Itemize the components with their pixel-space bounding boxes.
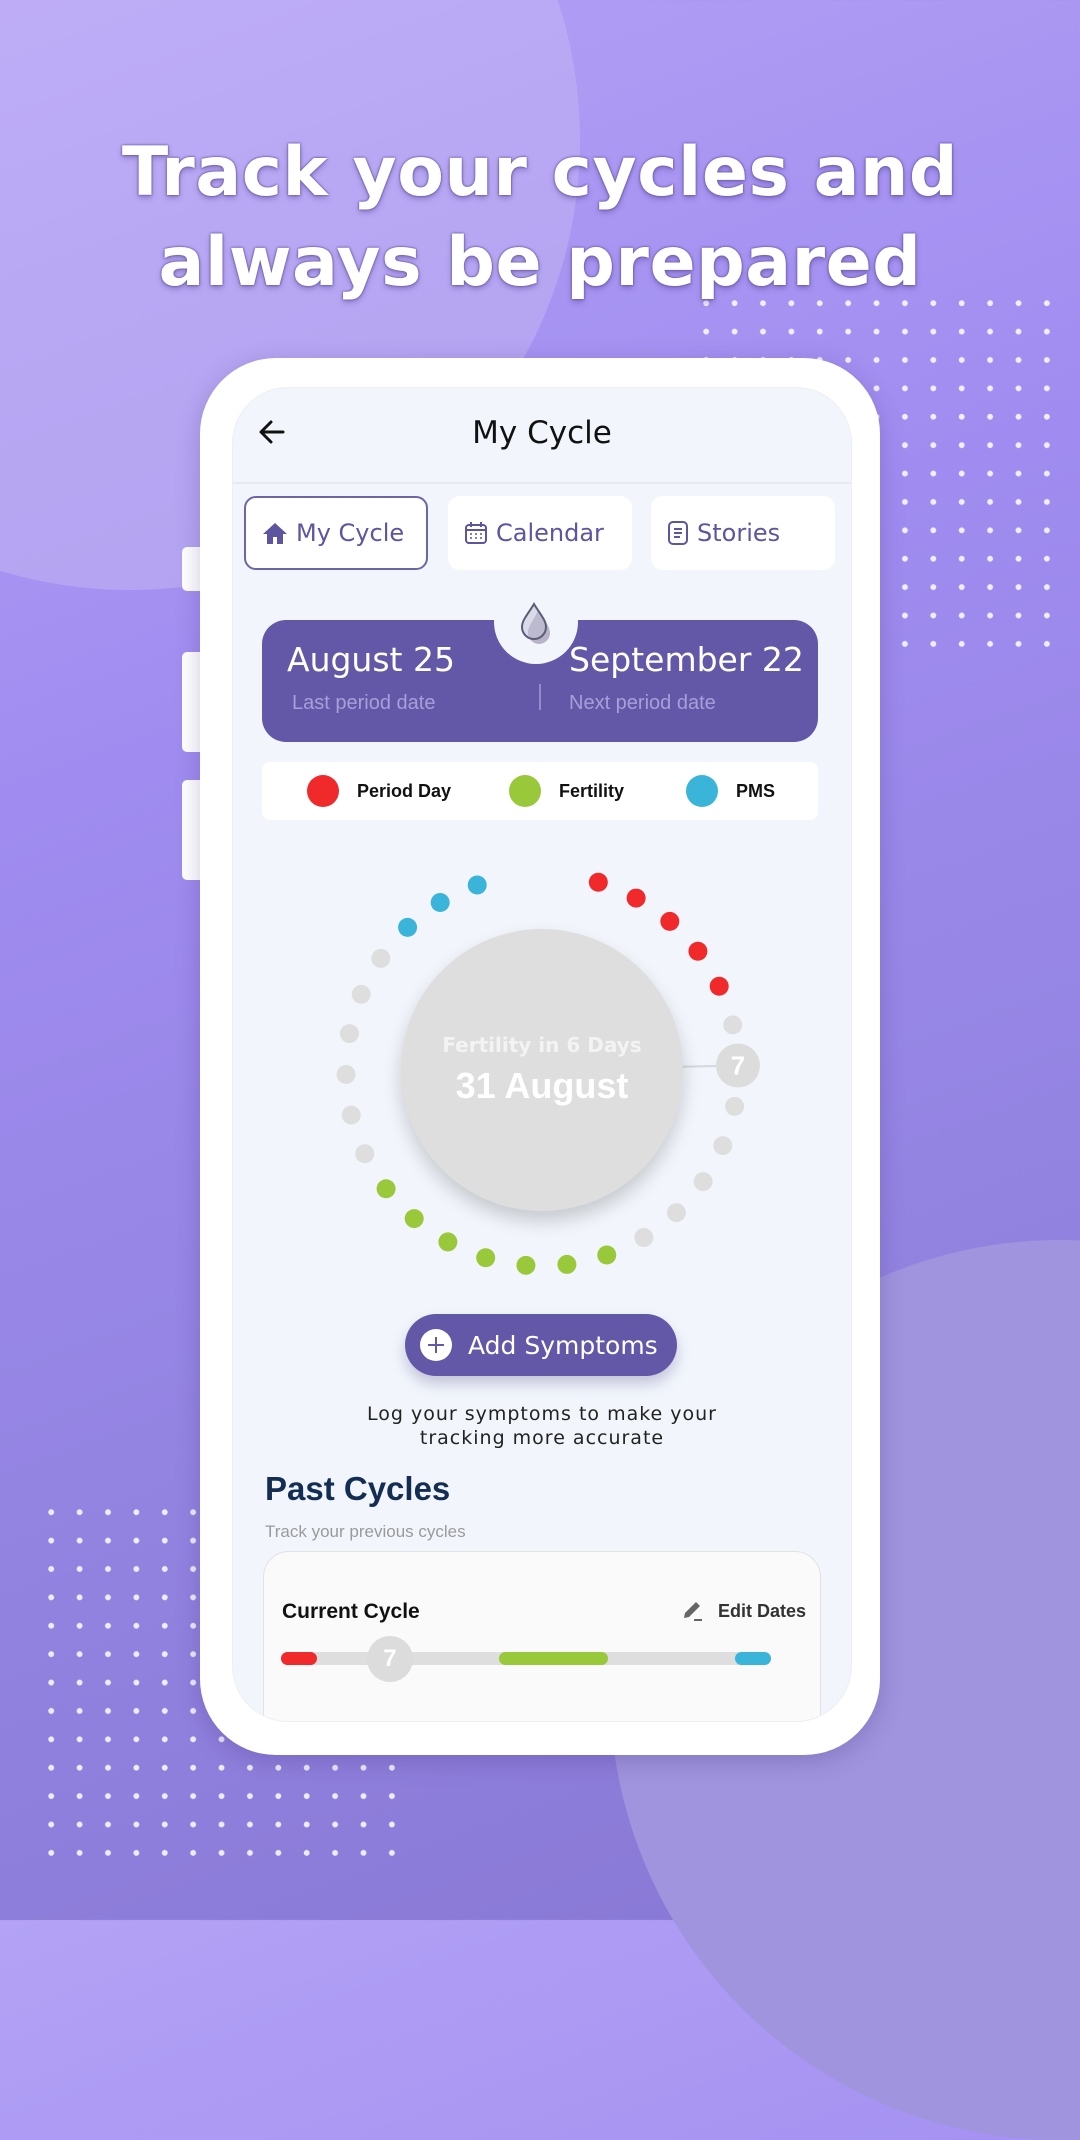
current-day-marker: [715, 1043, 760, 1088]
headline-line: always be prepared: [158, 223, 922, 302]
app-screen: My Cycle My Cycle Calendar Stories Augus…: [232, 387, 852, 1722]
cycle-day-dot-period: [709, 976, 729, 996]
tab-stories[interactable]: Stories: [651, 496, 835, 570]
tab-calendar[interactable]: Calendar: [448, 496, 632, 570]
plus-icon: [420, 1329, 452, 1361]
legend-dot: [686, 775, 718, 807]
current-day-connector: [682, 1064, 738, 1068]
add-symptoms-hint: Log your symptoms to make your tracking …: [233, 1402, 851, 1450]
cycle-day-dot-fertility: [597, 1245, 617, 1265]
legend-item-pms: PMS: [686, 762, 775, 820]
cycle-day-dot-none: [336, 1064, 356, 1084]
cycle-center-circle[interactable]: Fertility in 6 Days 31 August: [401, 929, 683, 1211]
divider: [539, 684, 541, 710]
promo-headline: Track your cycles and always be prepared: [0, 128, 1080, 308]
cycle-progress-bar: 7: [281, 1636, 771, 1682]
cycle-day-dot-none: [666, 1203, 686, 1223]
hint-line: tracking more accurate: [419, 1427, 665, 1449]
cycle-day-dot-pms: [430, 893, 450, 913]
hint-line: Log your symptoms to make your: [366, 1403, 717, 1425]
current-day-marker: 7: [366, 1636, 413, 1682]
cycle-segment-fertility: [498, 1652, 608, 1665]
headline-line: Track your cycles and: [121, 133, 959, 212]
tab-label: My Cycle: [296, 519, 405, 547]
cycle-day-dot-period: [588, 872, 608, 892]
cycle-segment-pms: [734, 1652, 771, 1665]
cycle-card: Current Cycle Edit Dates 7: [263, 1551, 821, 1721]
edit-dates-label: Edit Dates: [717, 1600, 806, 1621]
last-period-date: August 25: [287, 640, 455, 679]
cycle-day-dot-none: [713, 1136, 733, 1156]
legend-item-period: Period Day: [307, 762, 451, 820]
home-icon: [263, 523, 287, 544]
last-period-label: Last period date: [292, 692, 436, 714]
drop-icon: [520, 602, 550, 644]
legend-label: Period Day: [357, 780, 452, 801]
phone-frame: My Cycle My Cycle Calendar Stories Augus…: [200, 358, 880, 1755]
app-bar: My Cycle: [233, 388, 851, 484]
cycle-day-dot-fertility: [557, 1254, 577, 1274]
next-period-date: September 22: [569, 640, 804, 679]
legend-dot: [307, 775, 339, 807]
cycle-day-dot-period: [660, 911, 680, 931]
period-dates-card: August 25 Last period date September 22 …: [262, 580, 818, 742]
cycle-segment-period: [281, 1652, 318, 1665]
legend-label: Fertility: [559, 780, 625, 801]
next-period-label: Next period date: [569, 692, 716, 714]
cycle-day-dot-fertility: [516, 1255, 536, 1275]
cycle-card-title: Current Cycle: [282, 1600, 420, 1623]
cycle-day-dot-fertility: [376, 1179, 396, 1199]
cycle-day-dot-none: [339, 1024, 359, 1044]
cycle-day-dot-none: [341, 1105, 361, 1125]
cycle-day-dot-period: [688, 941, 708, 961]
legend-label: PMS: [736, 780, 776, 801]
cycle-day-dot-none: [634, 1227, 654, 1247]
cycle-day-dot-none: [355, 1144, 375, 1164]
add-symptoms-button[interactable]: Add Symptoms: [405, 1314, 677, 1376]
cycle-day-dot-pms: [467, 875, 487, 895]
page-title: My Cycle: [472, 415, 612, 451]
current-day-label: 7: [731, 1051, 745, 1081]
cycle-day-dot-fertility: [438, 1232, 458, 1252]
legend-item-fertility: Fertility: [509, 762, 624, 820]
legend-dot: [509, 775, 541, 807]
cycle-day-dot-none: [723, 1015, 743, 1035]
cycle-day-dot-period: [626, 888, 646, 908]
calendar-icon: [465, 522, 487, 544]
pencil-icon: [683, 1602, 702, 1621]
add-symptoms-label: Add Symptoms: [468, 1330, 658, 1360]
fertility-date: 31 August: [455, 1065, 629, 1106]
cycle-day-dot-pms: [398, 917, 418, 937]
tab-label: Calendar: [496, 519, 604, 547]
document-icon: [668, 521, 688, 545]
cycle-day-dot-none: [351, 984, 371, 1004]
fertility-countdown: Fertility in 6 Days: [442, 1033, 642, 1057]
tab-label: Stories: [697, 519, 781, 547]
tab-my-cycle[interactable]: My Cycle: [244, 496, 428, 570]
cycle-day-dot-fertility: [476, 1248, 496, 1268]
edit-dates-button[interactable]: Edit Dates: [682, 1600, 806, 1622]
legend: Period Day Fertility PMS: [262, 762, 818, 820]
section-title: Past Cycles: [265, 1470, 451, 1507]
cycle-day-dot-none: [725, 1096, 745, 1116]
cycle-day-dot-none: [693, 1172, 713, 1192]
cycle-day-dot-fertility: [404, 1209, 424, 1229]
section-subtitle: Track your previous cycles: [265, 1522, 466, 1541]
cycle-day-dot-none: [371, 948, 391, 968]
